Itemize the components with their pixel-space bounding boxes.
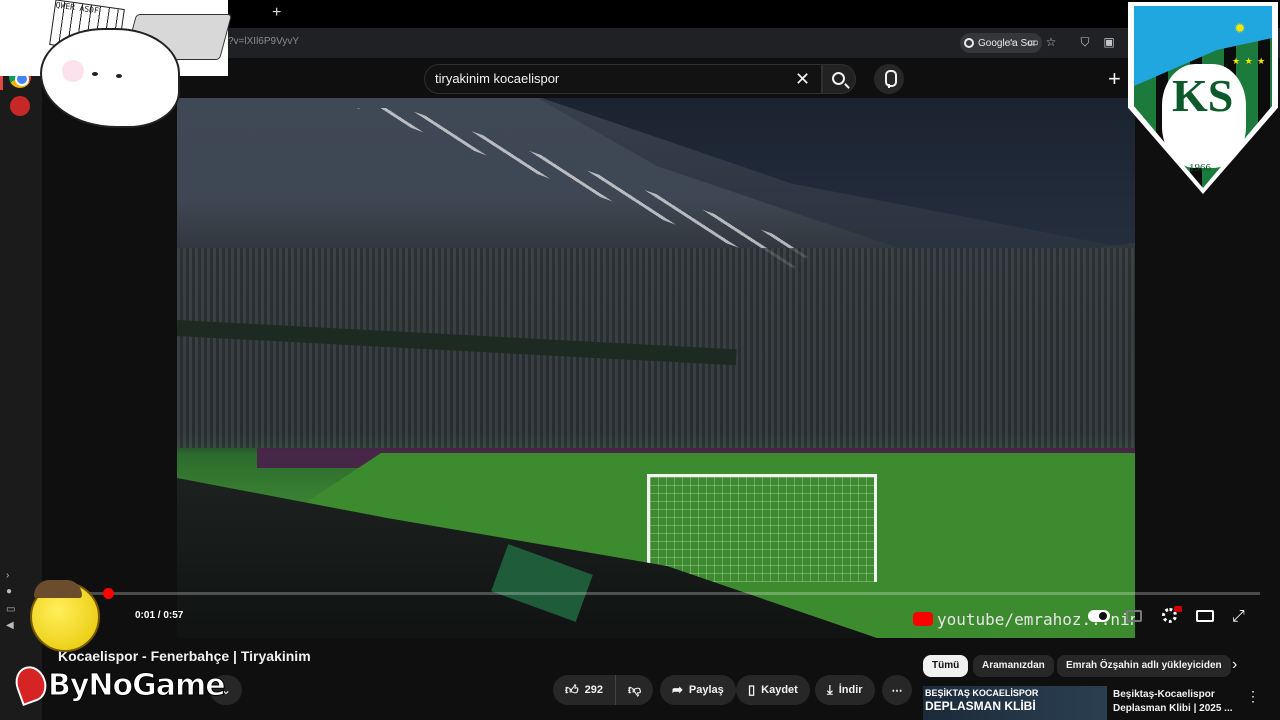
subtitles-icon[interactable]	[1126, 610, 1142, 622]
progress-bar[interactable]	[88, 592, 1260, 595]
stars-icon: ★ ★ ★	[1232, 56, 1267, 66]
autoplay-toggle[interactable]	[1088, 610, 1110, 622]
stream-logo-text: ByNoGame	[48, 668, 227, 704]
recorder-icon[interactable]	[10, 96, 30, 116]
share-arrow-icon: ➦	[672, 682, 683, 697]
extension-puzzle-icon[interactable]: ▣	[1102, 35, 1116, 49]
chip-from-search[interactable]: Aramanızdan	[973, 655, 1054, 677]
progress-scrubber[interactable]	[102, 588, 114, 599]
mascot-hat	[34, 580, 82, 598]
cat-paw	[62, 60, 84, 82]
like-count: 292	[584, 684, 603, 696]
create-button[interactable]: +	[1108, 66, 1121, 92]
club-crest-letters: KS	[1172, 70, 1234, 121]
more-actions-button[interactable]: ⋯	[882, 675, 912, 705]
thumbs-down-icon: 👎︎	[628, 682, 642, 697]
thumbs-up-icon: 👍︎	[565, 682, 579, 697]
microphone-tray-icon[interactable]: ●	[6, 586, 12, 597]
cat-eye-right	[116, 74, 122, 78]
search-box[interactable]: ✕	[424, 64, 822, 94]
chip-all[interactable]: Tümü	[923, 655, 969, 677]
save-label: Kaydet	[761, 684, 798, 696]
club-crest-year: 1966	[1189, 162, 1211, 174]
like-button[interactable]: 👍︎ 292	[553, 675, 615, 705]
chevron-right-icon[interactable]: ›	[1232, 656, 1237, 674]
volume-tray-icon[interactable]: ◀	[6, 620, 14, 631]
youtube-logo-icon	[913, 612, 933, 626]
cat-eye-left	[92, 72, 98, 76]
download-button[interactable]: ⤓ İndir	[815, 675, 875, 705]
goal-net	[647, 474, 877, 582]
more-dots-icon: ⋯	[891, 684, 903, 697]
dislike-button[interactable]: 👎︎	[615, 675, 653, 705]
video-title: Kocaelispor - Fenerbahçe | Tiryakinim	[58, 648, 311, 664]
tray-expand-icon[interactable]: ›	[6, 570, 9, 581]
time-display: 0:01 / 0:57	[135, 610, 184, 621]
chip-from-uploader[interactable]: Emrah Özşahin adlı yükleyiciden	[1057, 655, 1231, 677]
share-label: Paylaş	[688, 684, 724, 696]
keyboard-tray-icon[interactable]: ▭	[6, 604, 15, 615]
voice-search-button[interactable]	[874, 64, 904, 94]
bookmark-star-icon[interactable]: ☆	[1044, 35, 1058, 49]
search-input[interactable]	[435, 71, 775, 86]
download-icon: ⤓	[827, 682, 833, 697]
download-label: İndir	[838, 684, 863, 696]
clear-search-button[interactable]: ✕	[795, 69, 810, 90]
recommended-title[interactable]: Beşiktaş-Kocaelispor Deplasman Klibi | 2…	[1113, 688, 1241, 716]
google-lens-icon	[964, 38, 974, 48]
cast-icon[interactable]: ▭	[1026, 35, 1040, 49]
thumbnail-caption: BEŞİKTAŞ KOCAELİSPOR DEPLASMAN KLİBİ	[925, 687, 1055, 713]
theater-mode-icon[interactable]	[1196, 610, 1214, 622]
search-button[interactable]	[822, 64, 856, 94]
extension-shield-icon[interactable]: ⛉	[1078, 35, 1092, 49]
recommended-menu-icon[interactable]: ⋮	[1246, 688, 1260, 705]
hd-badge	[1174, 606, 1182, 612]
recommended-thumbnail[interactable]: BEŞİKTAŞ KOCAELİSPOR DEPLASMAN KLİBİ	[923, 686, 1107, 720]
cat-mascot	[40, 28, 180, 128]
thumbnail-line-2: DEPLASMAN KLİBİ	[925, 699, 1036, 713]
zoom-icon[interactable]: ⌕	[1004, 35, 1018, 49]
save-button[interactable]: ▯ Kaydet	[736, 675, 810, 705]
search-icon	[832, 72, 845, 85]
bookmark-icon: ▯	[748, 682, 756, 697]
new-tab-button[interactable]: +	[272, 4, 281, 22]
share-button[interactable]: ➦ Paylaş	[660, 675, 736, 705]
sun-icon: ✹	[1234, 20, 1246, 36]
url-text[interactable]: ?v=lXIl6P9VyvY	[228, 36, 299, 47]
video-player[interactable]: youtube/emrahoz...nin	[177, 98, 1135, 638]
fullscreen-icon[interactable]: ⤢	[1232, 608, 1245, 626]
